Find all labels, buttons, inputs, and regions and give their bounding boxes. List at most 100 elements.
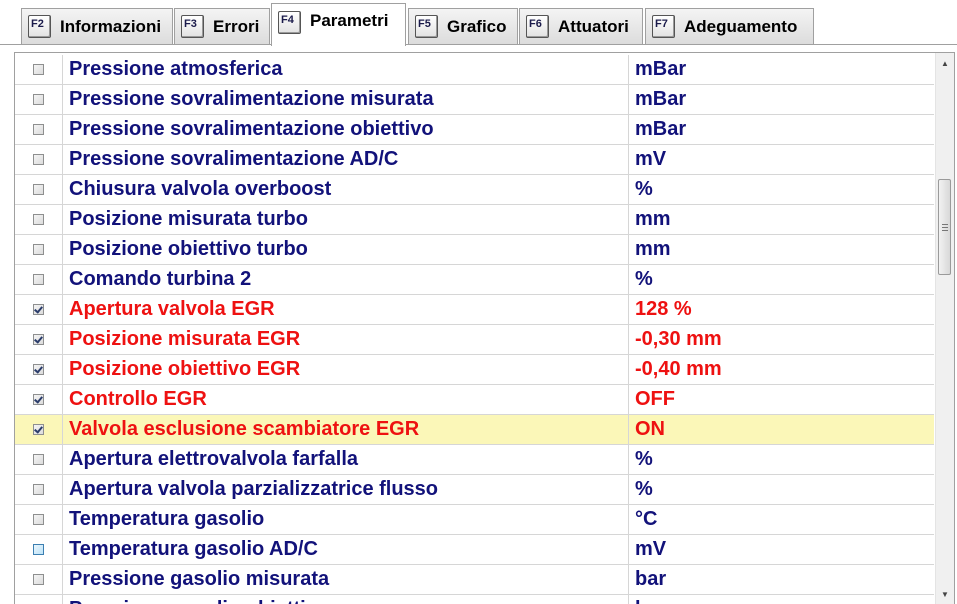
parameter-checkbox[interactable] [33,424,44,435]
parameter-checkbox[interactable] [33,94,44,105]
tab-label: Adeguamento [684,16,798,36]
parameter-checkbox[interactable] [33,334,44,345]
tab-bar: F2 Informazioni F3 Errori F4 Parametri F5 Grafi… [0,0,957,46]
parameter-name: Posizione misurata turbo [63,204,629,235]
parameter-row[interactable]: Valvola esclusione scambiatore EGR ON [15,414,934,445]
parameter-name: Pressione gasolio misurata [63,564,629,595]
parameter-name: Valvola esclusione scambiatore EGR [63,414,629,445]
parameter-name: Pressione sovralimentazione misurata [63,84,629,115]
parameter-row[interactable]: Pressione sovralimentazione misurata mBar [15,84,934,115]
parameter-row[interactable]: Pressione sovralimentazione AD/C mV [15,144,934,175]
grip-icon [941,223,948,231]
parameter-checkbox[interactable] [33,64,44,75]
arrow-down-icon[interactable]: ▼ [936,586,954,603]
parameter-checkbox[interactable] [33,304,44,315]
parameter-checkbox-cell [15,84,63,115]
parameter-checkbox-cell [15,294,63,325]
scrollbar-thumb[interactable] [938,179,951,275]
parameter-checkbox[interactable] [33,184,44,195]
parameter-row[interactable]: Temperatura gasolio AD/C mV [15,534,934,565]
parameter-checkbox-cell [15,234,63,265]
app-window: F2 Informazioni F3 Errori F4 Parametri F5 Grafi… [0,0,957,604]
parameter-checkbox[interactable] [33,574,44,585]
parameter-row[interactable]: Apertura valvola EGR 128 % [15,294,934,325]
tab-errori[interactable]: F3 Errori [174,8,270,44]
parameter-checkbox[interactable] [33,484,44,495]
parameter-checkbox[interactable] [33,394,44,405]
parameter-checkbox[interactable] [33,364,44,375]
function-key-icon: F5 [415,15,438,38]
parameter-row[interactable]: Chiusura valvola overboost% [15,174,934,205]
parameter-name: Posizione misurata EGR [63,324,629,355]
parameter-value: % [635,478,653,500]
parameter-checkbox[interactable] [33,454,44,465]
parameter-value: ON [635,418,665,440]
parameter-checkbox-cell [15,144,63,175]
parameter-row[interactable]: Controllo EGR OFF [15,384,934,415]
parameter-name: Chiusura valvola overboost [63,174,629,205]
tab-informazioni[interactable]: F2 Informazioni [21,8,173,44]
parameter-row[interactable]: Posizione obiettivo turbo mm [15,234,934,265]
parameter-value: mV [635,538,667,560]
parameter-name: Posizione obiettivo EGR [63,354,629,385]
parameter-value: OFF [635,388,675,410]
parameter-rows: Pressione atmosferica mBar Pressione sovra… [15,54,934,604]
parameter-value: % [635,178,653,200]
parameter-value: mV [635,148,667,170]
parameter-name: Posizione obiettivo turbo [63,234,629,265]
parameter-value: % [635,268,653,290]
parameter-checkbox[interactable] [33,214,44,225]
parameter-row[interactable]: Temperatura gasolio °C [15,504,934,535]
parameter-row[interactable]: Apertura elettrovalvola farfalla% [15,444,934,475]
arrow-up-icon[interactable]: ▲ [936,55,954,72]
parameter-checkbox-cell [15,204,63,235]
parameter-row[interactable]: Posizione misurata EGR -0,30 mm [15,324,934,355]
parameter-value: bar [635,568,667,590]
parameter-value: % [635,448,653,470]
parameter-checkbox[interactable] [33,274,44,285]
tab-attuatori[interactable]: F6 Attuatori [519,8,643,44]
parameter-row[interactable]: Apertura valvola parzializzatrice flusso… [15,474,934,505]
parameter-name: Temperatura gasolio [63,504,629,535]
parameter-row[interactable]: Posizione misurata turbo mm [15,204,934,235]
function-key-icon: F4 [278,11,301,34]
parameter-value: bar [629,595,666,604]
parameter-checkbox[interactable] [33,154,44,165]
parameters-list: Pressione atmosferica mBar Pressione sovra… [14,52,955,604]
parameter-checkbox-cell [15,174,63,205]
parameter-value: mm [635,238,671,260]
tab-grafico[interactable]: F5 Grafico [408,8,518,44]
function-key-icon: F2 [28,15,51,38]
parameter-checkbox-cell [15,504,63,535]
parameter-checkbox-cell [15,594,63,604]
tab-parametri[interactable]: F4 Parametri [271,3,406,46]
tab-label: Errori [213,16,260,36]
parameter-row[interactable]: Pressione atmosferica mBar [15,54,934,85]
parameter-name: Apertura valvola EGR [63,294,629,325]
vertical-scrollbar[interactable]: ▲ ▼ [935,53,954,604]
parameter-checkbox-cell [15,324,63,355]
parameter-value: mBar [635,58,687,80]
tab-adeguamento[interactable]: F7 Adeguamento [645,8,814,44]
parameter-name: Pressione sovralimentazione AD/C [63,144,629,175]
parameter-checkbox-cell [15,354,63,385]
parameter-value: 128 % [635,298,692,320]
parameter-value: mm [635,208,671,230]
tab-label: Parametri [310,11,389,30]
parameter-row[interactable]: Pressione gasolio obiettivobar [15,594,934,604]
parameter-checkbox-cell [15,384,63,415]
function-key-icon: F3 [181,15,204,38]
parameter-checkbox[interactable] [33,514,44,525]
parameter-name: Controllo EGR [63,384,629,415]
parameter-row[interactable]: Pressione gasolio misurata bar [15,564,934,595]
parameter-value: °C [635,508,658,530]
parameter-checkbox[interactable] [33,244,44,255]
parameter-row[interactable]: Comando turbina 2% [15,264,934,295]
parameter-checkbox-cell [15,414,63,445]
parameter-checkbox[interactable] [33,124,44,135]
parameter-name: Pressione gasolio obiettivo [63,594,629,604]
parameter-row[interactable]: Pressione sovralimentazione obiettivo mBa… [15,114,934,145]
parameter-name: Pressione sovralimentazione obiettivo [63,114,629,145]
parameter-checkbox[interactable] [33,544,44,555]
parameter-row[interactable]: Posizione obiettivo EGR -0,40 mm [15,354,934,385]
